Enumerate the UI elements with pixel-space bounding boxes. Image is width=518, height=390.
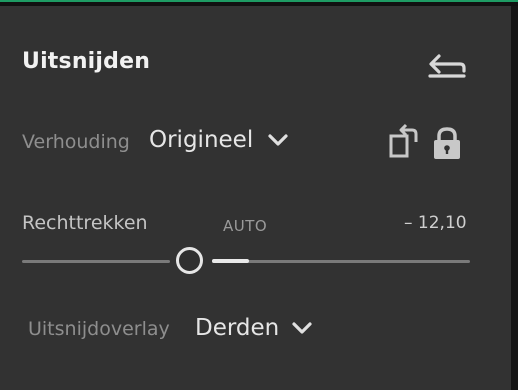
aspect-value: Origineel — [149, 127, 254, 153]
straighten-label: Rechttrekken — [22, 212, 148, 234]
reset-button[interactable] — [426, 50, 468, 84]
slider-track-right[interactable] — [212, 260, 470, 263]
panel-right-edge — [511, 6, 518, 390]
rotate-orientation-button[interactable] — [388, 122, 420, 160]
reset-arrow-icon — [428, 54, 466, 78]
aspect-label: Verhouding — [22, 131, 130, 153]
lock-icon — [434, 127, 460, 159]
chevron-down-icon — [268, 134, 288, 146]
lock-button[interactable] — [432, 126, 462, 160]
chevron-down-icon — [292, 322, 312, 334]
straighten-value[interactable]: – 12,10 — [404, 213, 467, 233]
aspect-select[interactable]: Origineel — [149, 127, 289, 153]
overlay-select[interactable]: Derden — [195, 315, 313, 341]
slider-track-fill — [212, 259, 249, 263]
slider-track-left[interactable] — [22, 260, 170, 263]
overlay-value: Derden — [195, 315, 280, 341]
straighten-slider-thumb[interactable] — [176, 247, 203, 274]
panel-title: Uitsnijden — [22, 49, 151, 74]
rotate-orientation-icon — [389, 123, 418, 158]
auto-button[interactable]: AUTO — [223, 217, 267, 235]
top-accent-line — [0, 0, 518, 2]
overlay-label: Uitsnijdoverlay — [28, 318, 170, 340]
